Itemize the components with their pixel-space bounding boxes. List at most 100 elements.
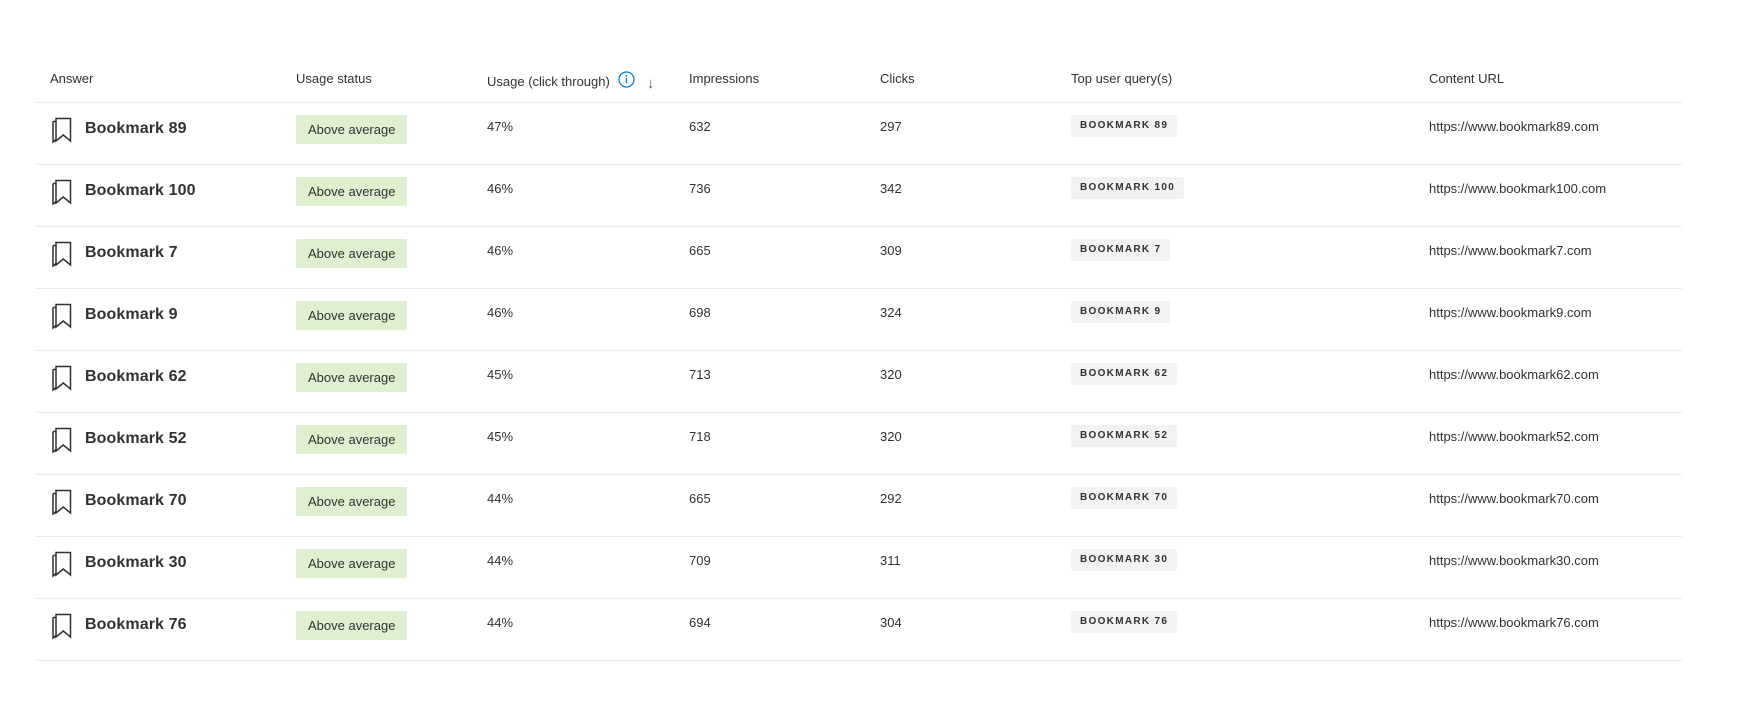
table-row[interactable]: Bookmark 7 Above average 46% 665 309 BOO… (36, 227, 1682, 289)
content-url-cell[interactable]: https://www.bookmark100.com (1429, 181, 1609, 196)
column-header-usage[interactable]: Usage (click through) ↓ (487, 71, 677, 92)
column-header-label: Content URL (1429, 71, 1505, 86)
table-row[interactable]: Bookmark 52 Above average 45% 718 320 BO… (36, 413, 1682, 475)
clicks-cell: 292 (880, 491, 902, 506)
column-header-answer[interactable]: Answer (50, 71, 280, 86)
column-header-content-url[interactable]: Content URL (1429, 71, 1609, 86)
answer-name: Bookmark 7 (85, 244, 178, 261)
usage-cell: 46% (487, 243, 514, 258)
usage-status-cell: Above average (296, 115, 476, 144)
answer-name: Bookmark 30 (85, 554, 187, 571)
answer-name: Bookmark 70 (85, 492, 187, 509)
query-chip[interactable]: BOOKMARK 52 (1071, 425, 1178, 447)
top-query-cell: BOOKMARK 76 (1071, 611, 1411, 633)
status-badge: Above average (296, 487, 408, 516)
top-query-cell: BOOKMARK 62 (1071, 363, 1411, 385)
impressions-cell: 709 (689, 553, 711, 568)
info-icon[interactable] (618, 71, 635, 88)
column-header-label: Clicks (880, 71, 915, 86)
content-url-cell[interactable]: https://www.bookmark62.com (1429, 367, 1609, 382)
table-row[interactable]: Bookmark 30 Above average 44% 709 311 BO… (36, 537, 1682, 599)
column-header-label: Usage status (296, 71, 372, 86)
answer-name: Bookmark 62 (85, 368, 187, 385)
usage-cell: 44% (487, 553, 514, 568)
answer-cell[interactable]: Bookmark 70 (50, 486, 280, 516)
usage-cell: 45% (487, 367, 514, 382)
column-header-label: Impressions (689, 71, 760, 86)
query-chip[interactable]: BOOKMARK 9 (1071, 301, 1171, 323)
bookmark-icon (52, 613, 72, 640)
usage-status-cell: Above average (296, 611, 476, 640)
content-url-cell[interactable]: https://www.bookmark52.com (1429, 429, 1609, 444)
table-row[interactable]: Bookmark 9 Above average 46% 698 324 BOO… (36, 289, 1682, 351)
column-header-clicks[interactable]: Clicks (880, 71, 1060, 86)
usage-status-cell: Above average (296, 177, 476, 206)
table-row[interactable]: Bookmark 76 Above average 44% 694 304 BO… (36, 599, 1682, 661)
usage-status-cell: Above average (296, 239, 476, 268)
column-header-label: Usage (click through) (487, 74, 610, 89)
bookmark-icon (52, 489, 72, 516)
query-chip[interactable]: BOOKMARK 89 (1071, 115, 1178, 137)
clicks-cell: 342 (880, 181, 902, 196)
top-query-cell: BOOKMARK 30 (1071, 549, 1411, 571)
query-chip[interactable]: BOOKMARK 30 (1071, 549, 1178, 571)
answer-cell[interactable]: Bookmark 52 (50, 424, 280, 454)
table-row[interactable]: Bookmark 70 Above average 44% 665 292 BO… (36, 475, 1682, 537)
content-url-cell[interactable]: https://www.bookmark9.com (1429, 305, 1609, 320)
usage-status-cell: Above average (296, 301, 476, 330)
usage-cell: 44% (487, 491, 514, 506)
content-url-cell[interactable]: https://www.bookmark70.com (1429, 491, 1609, 506)
usage-cell: 47% (487, 119, 514, 134)
table-row[interactable]: Bookmark 89 Above average 47% 632 297 BO… (36, 103, 1682, 165)
impressions-cell: 713 (689, 367, 711, 382)
query-chip[interactable]: BOOKMARK 62 (1071, 363, 1178, 385)
answer-cell[interactable]: Bookmark 7 (50, 238, 280, 268)
impressions-cell: 665 (689, 243, 711, 258)
impressions-cell: 632 (689, 119, 711, 134)
bookmark-icon (52, 117, 72, 144)
sort-descending-icon[interactable]: ↓ (647, 75, 655, 92)
bookmark-icon (52, 427, 72, 454)
answer-cell[interactable]: Bookmark 9 (50, 300, 280, 330)
clicks-cell: 297 (880, 119, 902, 134)
bookmark-icon (52, 365, 72, 392)
usage-cell: 46% (487, 181, 514, 196)
answer-name: Bookmark 9 (85, 306, 178, 323)
table-row[interactable]: Bookmark 62 Above average 45% 713 320 BO… (36, 351, 1682, 413)
clicks-cell: 320 (880, 429, 902, 444)
column-header-usage-status[interactable]: Usage status (296, 71, 476, 86)
answer-cell[interactable]: Bookmark 89 (50, 114, 280, 144)
answer-cell[interactable]: Bookmark 76 (50, 610, 280, 640)
content-url-cell[interactable]: https://www.bookmark7.com (1429, 243, 1609, 258)
status-badge: Above average (296, 115, 408, 144)
top-query-cell: BOOKMARK 52 (1071, 425, 1411, 447)
query-chip[interactable]: BOOKMARK 7 (1071, 239, 1171, 261)
top-query-cell: BOOKMARK 70 (1071, 487, 1411, 509)
impressions-cell: 694 (689, 615, 711, 630)
content-url-cell[interactable]: https://www.bookmark76.com (1429, 615, 1609, 630)
table-header: Answer Usage status Usage (click through… (36, 56, 1682, 103)
answer-cell[interactable]: Bookmark 62 (50, 362, 280, 392)
bookmark-icon (52, 241, 72, 268)
top-query-cell: BOOKMARK 100 (1071, 177, 1411, 199)
content-url-cell[interactable]: https://www.bookmark30.com (1429, 553, 1609, 568)
query-chip[interactable]: BOOKMARK 76 (1071, 611, 1178, 633)
query-chip[interactable]: BOOKMARK 100 (1071, 177, 1185, 199)
column-header-impressions[interactable]: Impressions (689, 71, 869, 86)
answer-cell[interactable]: Bookmark 100 (50, 176, 280, 206)
usage-status-cell: Above average (296, 363, 476, 392)
status-badge: Above average (296, 301, 408, 330)
top-query-cell: BOOKMARK 9 (1071, 301, 1411, 323)
column-header-top-queries[interactable]: Top user query(s) (1071, 71, 1411, 86)
column-header-label: Top user query(s) (1071, 71, 1173, 86)
impressions-cell: 736 (689, 181, 711, 196)
status-badge: Above average (296, 549, 408, 578)
answer-name: Bookmark 76 (85, 616, 187, 633)
query-chip[interactable]: BOOKMARK 70 (1071, 487, 1178, 509)
clicks-cell: 304 (880, 615, 902, 630)
answer-cell[interactable]: Bookmark 30 (50, 548, 280, 578)
content-url-cell[interactable]: https://www.bookmark89.com (1429, 119, 1609, 134)
table-row[interactable]: Bookmark 100 Above average 46% 736 342 B… (36, 165, 1682, 227)
impressions-cell: 718 (689, 429, 711, 444)
column-header-label: Answer (50, 71, 94, 86)
